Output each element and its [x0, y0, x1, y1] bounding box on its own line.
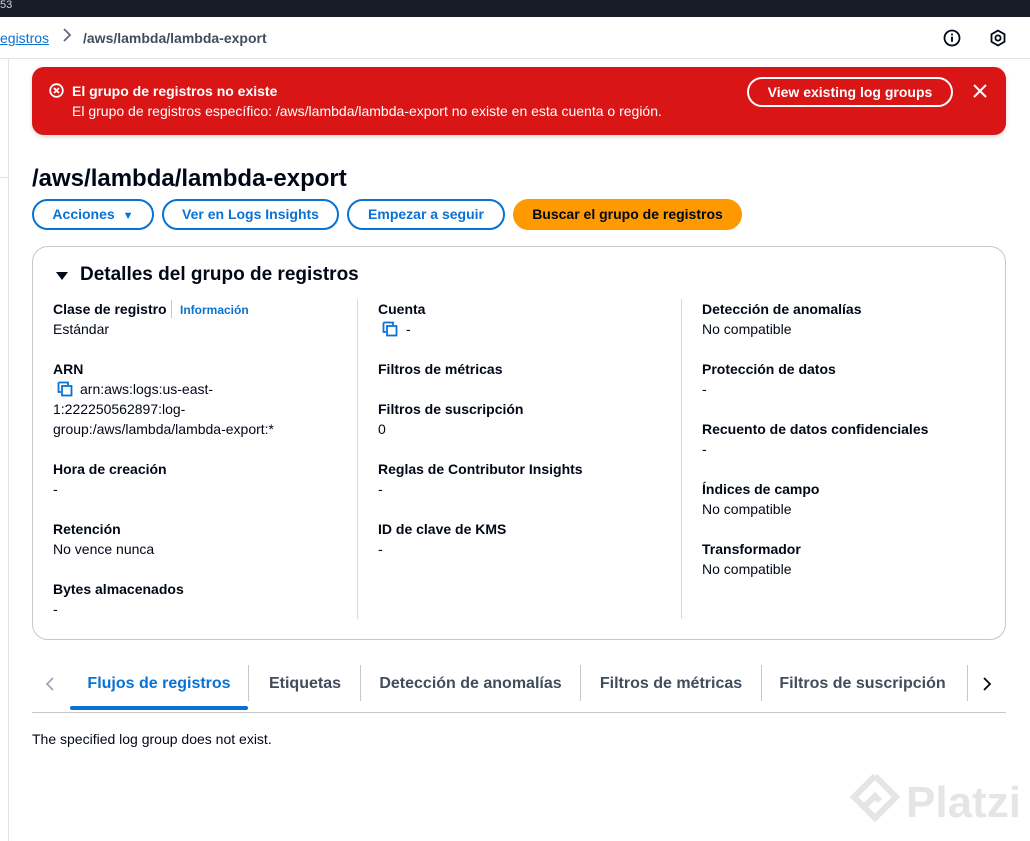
- cuenta-value: -: [406, 321, 411, 337]
- bytes-almacenados-label: Bytes almacenados: [53, 581, 184, 597]
- active-tab-indicator: [70, 706, 248, 710]
- transformador-value: No compatible: [702, 561, 792, 577]
- details-tabs: Flujos de registros Etiquetas Detección …: [32, 663, 1006, 713]
- kms-key-id-label: ID de clave de KMS: [378, 521, 507, 537]
- indices-de-campo-value: No compatible: [702, 501, 792, 517]
- alert-message: El grupo de registros específico: /aws/l…: [72, 103, 662, 119]
- caret-down-icon: ▼: [122, 210, 134, 222]
- platzi-logo-icon: [850, 774, 900, 823]
- buscar-grupo-de-registros-button[interactable]: Buscar el grupo de registros: [513, 199, 742, 230]
- tab-filtros-de-suscripcion[interactable]: Filtros de suscripción: [762, 663, 963, 711]
- acciones-dropdown-button[interactable]: Acciones ▼: [32, 199, 154, 230]
- caret-down-icon[interactable]: [55, 269, 69, 283]
- clase-de-registro-label: Clase de registro: [53, 301, 167, 317]
- deteccion-de-anomalias-value: No compatible: [702, 321, 792, 337]
- filtros-de-suscripcion-value: 0: [378, 421, 386, 437]
- log-group-details-panel: Detalles del grupo de registros Clase de…: [32, 246, 1006, 640]
- recuento-datos-confidenciales-value: -: [702, 441, 707, 457]
- breadcrumb: egistros /aws/lambda/lambda-export: [0, 17, 1030, 59]
- arn-value-line2: 1:222250562897:log-: [53, 401, 186, 417]
- proteccion-de-datos-value: -: [702, 381, 707, 397]
- tab-flujos-de-registros[interactable]: Flujos de registros: [70, 663, 248, 711]
- chevron-right-icon[interactable]: [980, 676, 994, 692]
- column-divider: [357, 299, 358, 619]
- alert-title: El grupo de registros no existe: [72, 83, 278, 99]
- page-title: /aws/lambda/lambda-export: [32, 165, 347, 192]
- column-divider: [681, 299, 682, 619]
- tab-separator: [967, 665, 968, 701]
- transformador-label: Transformador: [702, 541, 801, 557]
- empezar-a-seguir-button[interactable]: Empezar a seguir: [347, 199, 505, 230]
- tab-etiquetas[interactable]: Etiquetas: [249, 663, 361, 711]
- recuento-datos-confidenciales-label: Recuento de datos confidenciales: [702, 421, 929, 437]
- arn-value-line1: arn:aws:logs:us-east-: [80, 381, 214, 397]
- view-existing-log-groups-button[interactable]: View existing log groups: [747, 77, 953, 107]
- cuenta-label: Cuenta: [378, 301, 426, 317]
- tab-filtros-de-metricas[interactable]: Filtros de métricas: [581, 663, 761, 711]
- rail-divider: [0, 177, 9, 178]
- proteccion-de-datos-label: Protección de datos: [702, 361, 836, 377]
- contributor-insights-value: -: [378, 481, 383, 497]
- side-navigation-rail: [0, 59, 9, 841]
- retencion-label: Retención: [53, 521, 121, 537]
- filtros-de-metricas-label: Filtros de métricas: [378, 361, 503, 377]
- bytes-almacenados-value: -: [53, 601, 58, 617]
- log-streams-empty-message: The specified log group does not exist.: [32, 731, 272, 747]
- close-icon[interactable]: [971, 82, 989, 100]
- filtros-de-suscripcion-label: Filtros de suscripción: [378, 401, 524, 417]
- error-alert: El grupo de registros no existe El grupo…: [32, 67, 1006, 135]
- contributor-insights-label: Reglas de Contributor Insights: [378, 461, 583, 477]
- arn-value-line3: group:/aws/lambda/lambda-export:*: [53, 421, 275, 437]
- hora-de-creacion-value: -: [53, 481, 58, 497]
- indices-de-campo-label: Índices de campo: [702, 481, 820, 497]
- topbar-text: 53: [0, 0, 13, 11]
- top-navigation-bar: 53: [0, 0, 1030, 17]
- acciones-label: Acciones: [52, 206, 115, 222]
- platzi-watermark: Platzi: [850, 774, 1025, 834]
- info-separator: [171, 300, 172, 318]
- breadcrumb-parent-link[interactable]: egistros: [0, 30, 49, 46]
- chevron-left-icon[interactable]: [43, 676, 57, 692]
- chevron-right-icon: [63, 28, 72, 42]
- informacion-link[interactable]: Información: [180, 303, 249, 317]
- ver-en-logs-insights-button[interactable]: Ver en Logs Insights: [162, 199, 339, 230]
- retencion-value: No vence nunca: [53, 541, 155, 557]
- deteccion-de-anomalias-label: Detección de anomalías: [702, 301, 862, 317]
- clase-de-registro-value: Estándar: [53, 321, 110, 337]
- copy-icon[interactable]: [382, 321, 398, 337]
- copy-icon[interactable]: [57, 381, 73, 397]
- arn-label: ARN: [53, 361, 84, 377]
- info-icon[interactable]: [943, 29, 961, 47]
- panel-title[interactable]: Detalles del grupo de registros: [80, 264, 359, 286]
- hora-de-creacion-label: Hora de creación: [53, 461, 167, 477]
- tab-deteccion-de-anomalias[interactable]: Detección de anomalías: [361, 663, 580, 711]
- kms-key-id-value: -: [378, 541, 383, 557]
- error-icon: [49, 83, 64, 98]
- breadcrumb-current: /aws/lambda/lambda-export: [83, 30, 267, 46]
- settings-hexagon-icon[interactable]: [989, 29, 1007, 47]
- watermark-text: Platzi: [906, 778, 1021, 827]
